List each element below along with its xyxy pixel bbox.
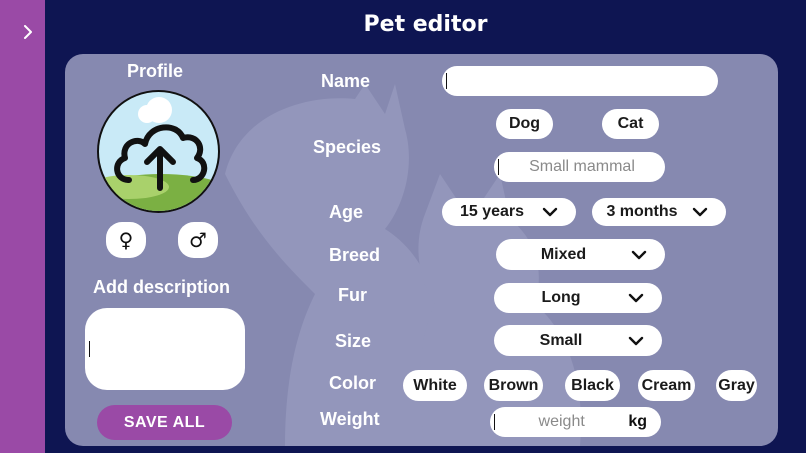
female-icon: ♀ <box>118 228 134 252</box>
male-icon: ♂ <box>189 228 207 252</box>
name-label: Name <box>321 71 371 91</box>
chevron-down-icon <box>628 293 644 303</box>
description-input[interactable] <box>85 308 245 390</box>
profile-label: Profile <box>127 61 184 81</box>
chevron-down-icon <box>692 207 708 217</box>
save-all-button[interactable]: SAVE ALL <box>97 405 232 440</box>
avatar-upload[interactable] <box>97 90 220 213</box>
color-black-button[interactable]: Black <box>565 370 620 401</box>
name-input[interactable] <box>442 66 718 96</box>
color-label: Color <box>329 373 376 393</box>
species-other-input[interactable]: Small mammal <box>494 152 665 182</box>
age-years-select[interactable]: 15 years <box>442 198 576 226</box>
breed-label: Breed <box>329 245 381 265</box>
color-gray-button[interactable]: Gray <box>716 370 757 401</box>
chevron-down-icon <box>631 250 647 259</box>
species-dog-button[interactable]: Dog <box>496 109 553 139</box>
size-select[interactable]: Small <box>494 325 662 356</box>
sidebar <box>0 0 45 453</box>
chevron-down-icon <box>542 207 558 217</box>
color-white-button[interactable]: White <box>403 370 467 401</box>
fur-label: Fur <box>338 285 367 305</box>
text-caret <box>446 73 447 89</box>
fur-select[interactable]: Long <box>494 283 662 313</box>
species-cat-button[interactable]: Cat <box>602 109 659 139</box>
color-brown-button[interactable]: Brown <box>484 370 543 401</box>
page-title: Pet editor <box>363 12 488 37</box>
male-button[interactable]: ♂ <box>178 222 218 258</box>
female-button[interactable]: ♀ <box>106 222 146 258</box>
weight-label: Weight <box>320 409 380 429</box>
size-label: Size <box>335 331 372 351</box>
weight-unit: kg <box>628 413 647 430</box>
text-caret <box>89 341 90 357</box>
description-label: Add description <box>93 277 231 297</box>
pet-editor-card: Profile ♀ ♂ Add description SAVE ALL Nam… <box>65 54 778 446</box>
age-months-select[interactable]: 3 months <box>592 198 726 226</box>
age-label: Age <box>329 202 364 222</box>
weight-input[interactable]: weight kg <box>490 407 661 437</box>
breed-select[interactable]: Mixed <box>496 239 665 270</box>
chevron-right-icon[interactable] <box>14 18 42 46</box>
color-cream-button[interactable]: Cream <box>638 370 695 401</box>
chevron-down-icon <box>628 336 644 345</box>
species-label: Species <box>313 137 382 157</box>
cloud-upload-icon <box>99 97 218 211</box>
